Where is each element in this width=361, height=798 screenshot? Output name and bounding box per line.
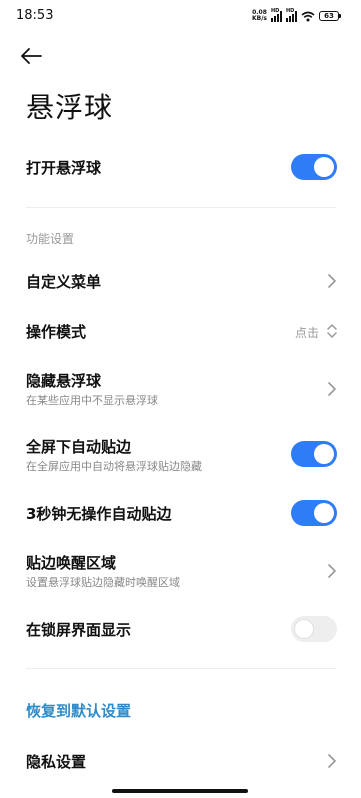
floating-ball-toggle-row[interactable]: 打开悬浮球 bbox=[0, 150, 361, 184]
wifi-icon bbox=[301, 11, 315, 21]
custom-menu-row[interactable]: 自定义菜单 bbox=[0, 264, 361, 298]
status-icons: 0.08 KB/s HD HD 63 bbox=[252, 7, 341, 23]
privacy-settings-label: 隐私设置 bbox=[26, 753, 87, 771]
custom-menu-label: 自定义菜单 bbox=[26, 273, 102, 291]
edge-wake-area-description: 设置悬浮球贴边隐藏时唤醒区域 bbox=[26, 576, 180, 589]
divider bbox=[26, 668, 336, 669]
privacy-settings-row[interactable]: 隐私设置 bbox=[0, 744, 361, 778]
fullscreen-auto-edge-label: 全屏下自动贴边 bbox=[26, 438, 132, 456]
chevron-right-icon bbox=[328, 564, 336, 578]
edge-wake-area-label: 贴边唤醒区域 bbox=[26, 554, 117, 572]
signal-icon: HD bbox=[286, 7, 297, 22]
idle-auto-edge-row[interactable]: 3秒钟无操作自动贴边 bbox=[0, 496, 361, 530]
edge-wake-area-row[interactable]: 贴边唤醒区域 设置悬浮球贴边隐藏时唤醒区域 bbox=[0, 548, 361, 592]
floating-ball-toggle-label: 打开悬浮球 bbox=[26, 159, 102, 177]
fullscreen-auto-edge-row[interactable]: 全屏下自动贴边 在全屏应用中自动将悬浮球贴边隐藏 bbox=[0, 432, 361, 476]
network-speed-unit: KB/s bbox=[252, 15, 267, 22]
chevron-right-icon bbox=[328, 754, 336, 768]
chevron-right-icon bbox=[328, 274, 336, 288]
network-speed: 0.08 KB/s bbox=[252, 10, 267, 22]
home-indicator[interactable] bbox=[112, 789, 248, 793]
switch-knob bbox=[314, 444, 334, 464]
section-label: 功能设置 bbox=[26, 232, 75, 246]
fullscreen-auto-edge-description: 在全屏应用中自动将悬浮球贴边隐藏 bbox=[26, 460, 202, 473]
signal-hd-label: HD bbox=[271, 7, 280, 14]
hide-floating-ball-row[interactable]: 隐藏悬浮球 在某些应用中不显示悬浮球 bbox=[0, 366, 361, 410]
switch-knob bbox=[314, 503, 334, 523]
switch-knob bbox=[314, 157, 334, 177]
battery-icon: 63 bbox=[319, 11, 341, 21]
chevron-updown-icon bbox=[327, 324, 337, 338]
operation-mode-label: 操作模式 bbox=[26, 323, 87, 341]
operation-mode-row[interactable]: 操作模式 点击 bbox=[0, 314, 361, 348]
status-bar: 18:53 0.08 KB/s HD HD 63 bbox=[0, 0, 361, 34]
status-time: 18:53 bbox=[16, 8, 54, 23]
floating-ball-switch[interactable] bbox=[291, 154, 337, 180]
lockscreen-display-row[interactable]: 在锁屏界面显示 bbox=[0, 612, 361, 646]
idle-auto-edge-switch[interactable] bbox=[291, 500, 337, 526]
page-title: 悬浮球 bbox=[26, 91, 114, 124]
back-button[interactable] bbox=[20, 42, 52, 70]
restore-defaults-link[interactable]: 恢复到默认设置 bbox=[26, 700, 131, 721]
fullscreen-auto-edge-switch[interactable] bbox=[291, 441, 337, 467]
hide-floating-ball-description: 在某些应用中不显示悬浮球 bbox=[26, 394, 158, 407]
signal-icon: HD bbox=[271, 7, 282, 22]
lockscreen-display-label: 在锁屏界面显示 bbox=[26, 621, 132, 639]
chevron-right-icon bbox=[328, 382, 336, 396]
signal-hd-label: HD bbox=[286, 7, 295, 14]
lockscreen-display-switch[interactable] bbox=[291, 616, 337, 642]
switch-knob bbox=[294, 619, 314, 639]
idle-auto-edge-label: 3秒钟无操作自动贴边 bbox=[26, 505, 172, 523]
operation-mode-value: 点击 bbox=[294, 326, 319, 340]
back-arrow-icon bbox=[21, 48, 42, 64]
hide-floating-ball-label: 隐藏悬浮球 bbox=[26, 372, 102, 390]
divider bbox=[26, 207, 336, 208]
